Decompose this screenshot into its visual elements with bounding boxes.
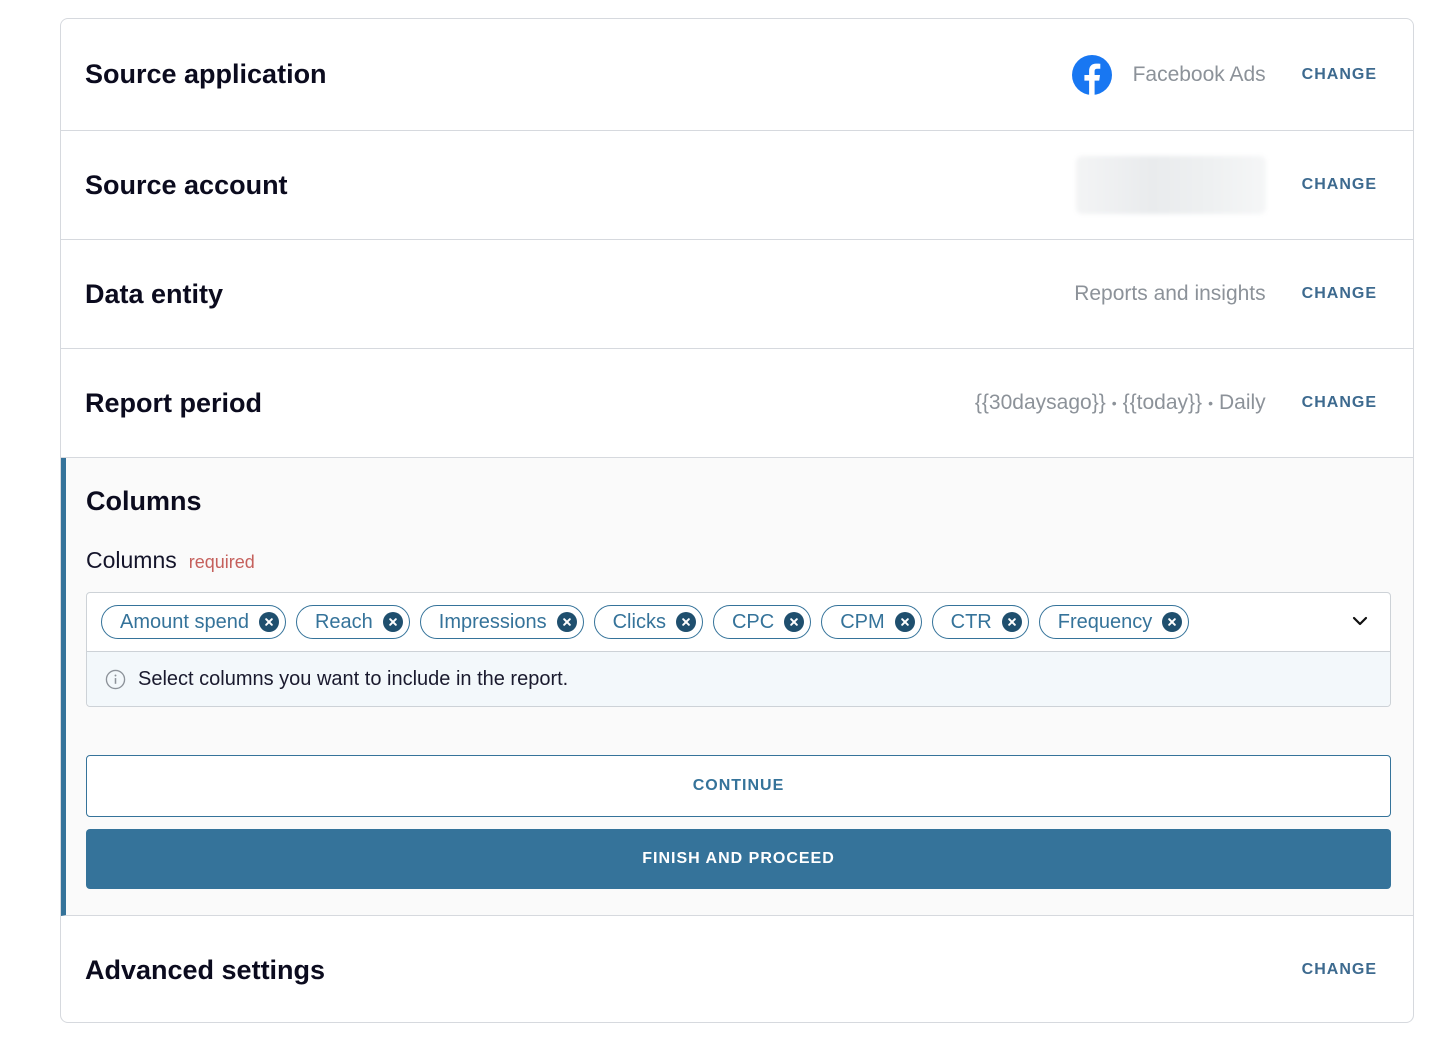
report-period-start: {{30daysago}} <box>974 391 1106 414</box>
facebook-icon <box>1071 54 1112 95</box>
source-application-row: Source application Facebook Ads CHANGE <box>61 19 1413 131</box>
columns-label-text: Columns <box>86 547 177 573</box>
report-period-change-button[interactable]: CHANGE <box>1302 394 1377 412</box>
columns-field-label: Columns required <box>86 547 1389 574</box>
remove-chip-icon[interactable] <box>675 612 696 632</box>
source-application-change-button[interactable]: CHANGE <box>1302 66 1377 84</box>
chip-label: Reach <box>314 610 373 633</box>
column-chip-frequency: Frequency <box>1038 605 1190 639</box>
report-period-title: Report period <box>85 387 263 418</box>
info-icon <box>105 669 126 689</box>
required-label: required <box>188 552 255 572</box>
chip-label: Frequency <box>1057 610 1153 633</box>
columns-section: Columns Columns required Amount spend Re… <box>61 458 1413 916</box>
column-chip-clicks: Clicks <box>593 605 703 639</box>
data-entity-row: Data entity Reports and insights CHANGE <box>61 240 1413 349</box>
data-entity-title: Data entity <box>85 278 224 309</box>
separator-dot: • <box>1208 395 1213 411</box>
columns-chip-list[interactable]: Amount spend Reach Impressions Clicks CP… <box>87 593 1390 651</box>
remove-chip-icon[interactable] <box>382 612 403 632</box>
remove-chip-icon[interactable] <box>1162 612 1183 632</box>
data-entity-change-button[interactable]: CHANGE <box>1302 285 1377 303</box>
source-account-change-button[interactable]: CHANGE <box>1302 176 1377 194</box>
source-account-row: Source account CHANGE <box>61 131 1413 240</box>
source-account-title: Source account <box>85 169 288 200</box>
report-period-row: Report period {{30daysago}} • {{today}} … <box>61 349 1413 458</box>
column-chip-cpm: CPM <box>821 605 922 639</box>
column-chip-amount-spend: Amount spend <box>101 605 286 639</box>
advanced-settings-title: Advanced settings <box>85 954 326 985</box>
separator-dot: • <box>1111 395 1117 411</box>
source-application-name: Facebook Ads <box>1132 62 1266 86</box>
continue-button[interactable]: CONTINUE <box>86 755 1391 817</box>
finish-and-proceed-button[interactable]: FINISH AND PROCEED <box>86 829 1391 889</box>
chip-label: CPC <box>731 610 775 633</box>
chip-label: CPM <box>840 610 885 633</box>
columns-hint: Select columns you want to include in th… <box>87 651 1390 706</box>
columns-select[interactable]: Amount spend Reach Impressions Clicks CP… <box>86 592 1391 707</box>
chip-label: CTR <box>950 610 992 633</box>
columns-title: Columns <box>86 486 202 516</box>
source-application-value: Facebook Ads <box>1071 54 1266 95</box>
column-chip-cpc: CPC <box>712 605 812 639</box>
column-chip-ctr: CTR <box>931 605 1029 639</box>
chip-label: Impressions <box>438 610 547 633</box>
advanced-settings-change-button[interactable]: CHANGE <box>1302 961 1377 979</box>
remove-chip-icon[interactable] <box>258 612 279 632</box>
column-chip-reach: Reach <box>295 605 410 639</box>
remove-chip-icon[interactable] <box>556 612 577 632</box>
chip-label: Clicks <box>612 610 666 633</box>
remove-chip-icon[interactable] <box>784 612 805 632</box>
chevron-down-icon[interactable] <box>1352 613 1368 629</box>
data-source-card: Source application Facebook Ads CHANGE S… <box>60 18 1414 1023</box>
columns-hint-text: Select columns you want to include in th… <box>138 667 569 690</box>
advanced-settings-row: Advanced settings CHANGE <box>61 916 1413 1022</box>
source-account-value <box>1075 156 1266 214</box>
source-application-title: Source application <box>85 59 327 89</box>
column-chip-impressions: Impressions <box>419 605 584 639</box>
chip-label: Amount spend <box>120 610 249 633</box>
report-period-end: {{today}} <box>1122 391 1203 414</box>
report-period-value: {{30daysago}} • {{today}} • Daily <box>975 391 1266 415</box>
remove-chip-icon[interactable] <box>894 612 915 632</box>
blurred-account-name <box>1075 156 1266 214</box>
report-period-granularity: Daily <box>1218 391 1266 414</box>
data-entity-value: Reports and insights <box>1074 282 1266 305</box>
remove-chip-icon[interactable] <box>1001 612 1022 632</box>
